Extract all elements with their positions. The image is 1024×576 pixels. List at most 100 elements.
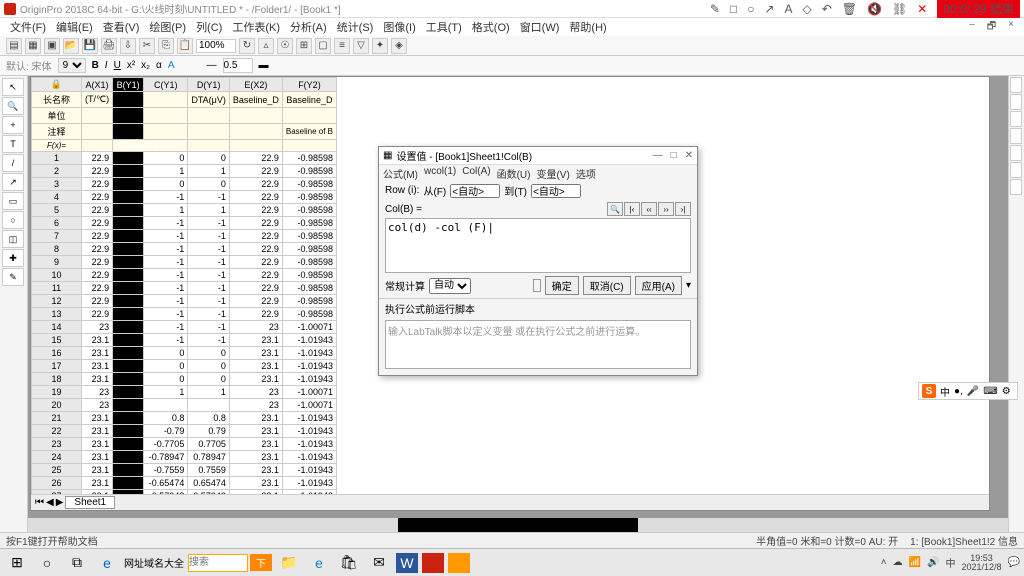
- title-icon[interactable]: ✎: [710, 2, 720, 16]
- menu-column[interactable]: 列(C): [192, 18, 226, 36]
- side-tool-icon[interactable]: [1010, 145, 1022, 161]
- dlg-menu-formula[interactable]: 公式(M): [383, 166, 418, 180]
- col-header-b[interactable]: B(Y1): [113, 78, 144, 92]
- title-icon[interactable]: ○: [747, 2, 754, 16]
- ime-lang[interactable]: 中: [940, 384, 950, 399]
- recalc-mode-select[interactable]: 自动: [429, 278, 471, 294]
- table-row[interactable]: 2123.10.80.823.1-1.01943: [32, 412, 337, 425]
- title-icon[interactable]: ⛓: [892, 2, 907, 16]
- record-stop-button[interactable]: 00:0/:29 结束: [937, 0, 1020, 18]
- tool-icon[interactable]: ▵: [258, 38, 274, 54]
- new-workbook-icon[interactable]: ▦: [25, 38, 41, 54]
- table-row[interactable]: 122.90022.9-0.98598: [32, 152, 337, 165]
- tab-nav-next-icon[interactable]: ▶: [56, 497, 64, 508]
- table-row[interactable]: 1222.9-1-122.9-0.98598: [32, 295, 337, 308]
- side-tool-icon[interactable]: [1010, 77, 1022, 93]
- new-project-icon[interactable]: ▤: [6, 38, 22, 54]
- menu-window[interactable]: 窗口(W): [516, 18, 564, 36]
- tab-nav-first-icon[interactable]: ⏮: [35, 497, 44, 508]
- table-row[interactable]: 2623.1-0.654740.6547423.1-1.01943: [32, 477, 337, 490]
- tool-icon[interactable]: ✦: [372, 38, 388, 54]
- dialog-close-icon[interactable]: ✕: [685, 150, 693, 161]
- draw-tool-icon[interactable]: ✎: [2, 268, 24, 286]
- ime-punct-icon[interactable]: ●,: [954, 386, 963, 397]
- tab-nav-prev-icon[interactable]: ◀: [46, 497, 54, 508]
- formula-textarea[interactable]: col(d) -col (F)|: [385, 218, 691, 273]
- script-textarea[interactable]: 输入LabTalk脚本以定义变量 或在执行公式之前进行运算。: [385, 320, 691, 369]
- menu-image[interactable]: 图像(I): [379, 18, 419, 36]
- mute-icon[interactable]: 🔇: [867, 2, 882, 16]
- side-tool-icon[interactable]: [1010, 94, 1022, 110]
- dialog-titlebar[interactable]: ▦ 设置值 - [Book1]Sheet1!Col(B) — □ ✕: [379, 147, 697, 165]
- tool-icon[interactable]: ▢: [315, 38, 331, 54]
- table-row[interactable]: 322.90022.9-0.98598: [32, 178, 337, 191]
- dialog-minimize-icon[interactable]: —: [653, 150, 663, 161]
- ime-keyboard-icon[interactable]: ⌨: [983, 386, 997, 397]
- table-row[interactable]: 1523.1-1-123.1-1.01943: [32, 334, 337, 347]
- table-row[interactable]: 622.9-1-122.9-0.98598: [32, 217, 337, 230]
- italic-icon[interactable]: I: [105, 60, 108, 71]
- zoom-input[interactable]: [196, 39, 236, 53]
- menu-analysis[interactable]: 分析(A): [286, 18, 331, 36]
- menu-statistics[interactable]: 统计(S): [333, 18, 378, 36]
- line-style-icon[interactable]: —: [207, 60, 217, 71]
- origin-task-icon[interactable]: [422, 553, 444, 573]
- dlg-menu-options[interactable]: 选项: [576, 166, 596, 180]
- title-icon[interactable]: ↶: [822, 2, 832, 16]
- table-row[interactable]: 19231123-1.00071: [32, 386, 337, 399]
- font-size-select[interactable]: 9: [58, 58, 86, 73]
- table-row[interactable]: 2223.1-0.790.7923.1-1.01943: [32, 425, 337, 438]
- table-row[interactable]: 722.9-1-122.9-0.98598: [32, 230, 337, 243]
- table-row[interactable]: 2323.1-0.77050.770523.1-1.01943: [32, 438, 337, 451]
- cut-icon[interactable]: ✂: [139, 38, 155, 54]
- dlg-menu-col[interactable]: Col(A): [462, 166, 490, 180]
- taskbar-search-button[interactable]: 下: [250, 554, 272, 571]
- table-row[interactable]: 822.9-1-122.9-0.98598: [32, 243, 337, 256]
- menu-file[interactable]: 文件(F): [6, 18, 50, 36]
- subscript-icon[interactable]: x₂: [141, 60, 150, 71]
- tray-app-icon[interactable]: ☁: [893, 557, 903, 568]
- dropdown-icon[interactable]: ▾: [686, 280, 691, 291]
- title-icon[interactable]: 🗑: [842, 2, 857, 16]
- tray-volume-icon[interactable]: 🔊: [927, 557, 939, 568]
- menu-help[interactable]: 帮助(H): [565, 18, 610, 36]
- col-header-c[interactable]: C(Y1): [144, 78, 188, 92]
- sogou-icon[interactable]: S: [922, 384, 936, 398]
- region-tool-icon[interactable]: ◫: [2, 230, 24, 248]
- text-tool-icon[interactable]: T: [2, 135, 24, 153]
- menu-format[interactable]: 格式(O): [468, 18, 514, 36]
- edge-icon[interactable]: e: [306, 552, 332, 574]
- corner-cell[interactable]: 🔒: [32, 78, 82, 92]
- side-tool-icon[interactable]: [1010, 128, 1022, 144]
- col-header-a[interactable]: A(X1): [82, 78, 113, 92]
- reader-tool-icon[interactable]: +: [2, 116, 24, 134]
- bold-icon[interactable]: B: [92, 60, 99, 71]
- circle-tool-icon[interactable]: ○: [2, 211, 24, 229]
- side-tool-icon[interactable]: [1010, 111, 1022, 127]
- ime-settings-icon[interactable]: ⚙: [1002, 386, 1011, 397]
- copy-icon[interactable]: ⎘: [158, 38, 174, 54]
- mdi-minimize-icon[interactable]: –: [965, 18, 979, 37]
- menu-plot[interactable]: 绘图(P): [145, 18, 190, 36]
- dlg-menu-wcol[interactable]: wcol(1): [424, 166, 456, 180]
- table-row[interactable]: 202323-1.00071: [32, 399, 337, 412]
- menu-worksheet[interactable]: 工作表(K): [228, 18, 284, 36]
- task-view-icon[interactable]: ⧉: [64, 552, 90, 574]
- title-icon[interactable]: □: [730, 2, 737, 16]
- print-icon[interactable]: 🖨: [101, 38, 117, 54]
- greek-icon[interactable]: α: [156, 60, 162, 71]
- table-row[interactable]: 922.9-1-122.9-0.98598: [32, 256, 337, 269]
- menu-tools[interactable]: 工具(T): [422, 18, 466, 36]
- tray-clock[interactable]: 19:53 2021/12/8: [962, 554, 1002, 572]
- nav-next-icon[interactable]: ››: [658, 202, 674, 216]
- paste-icon[interactable]: 📋: [177, 38, 193, 54]
- taskbar-search-input[interactable]: [188, 554, 248, 572]
- folder-icon[interactable]: 📁: [276, 552, 302, 574]
- dlg-menu-function[interactable]: 函数(U): [497, 166, 531, 180]
- horizontal-scrollbar[interactable]: [28, 518, 1008, 532]
- tray-notifications-icon[interactable]: 💬: [1008, 557, 1020, 568]
- table-row[interactable]: 1122.9-1-122.9-0.98598: [32, 282, 337, 295]
- tray-wifi-icon[interactable]: 📶: [909, 557, 921, 568]
- ime-toolbar[interactable]: S 中 ●, 🎤 ⌨ ⚙: [918, 382, 1018, 400]
- tool-icon[interactable]: ◈: [391, 38, 407, 54]
